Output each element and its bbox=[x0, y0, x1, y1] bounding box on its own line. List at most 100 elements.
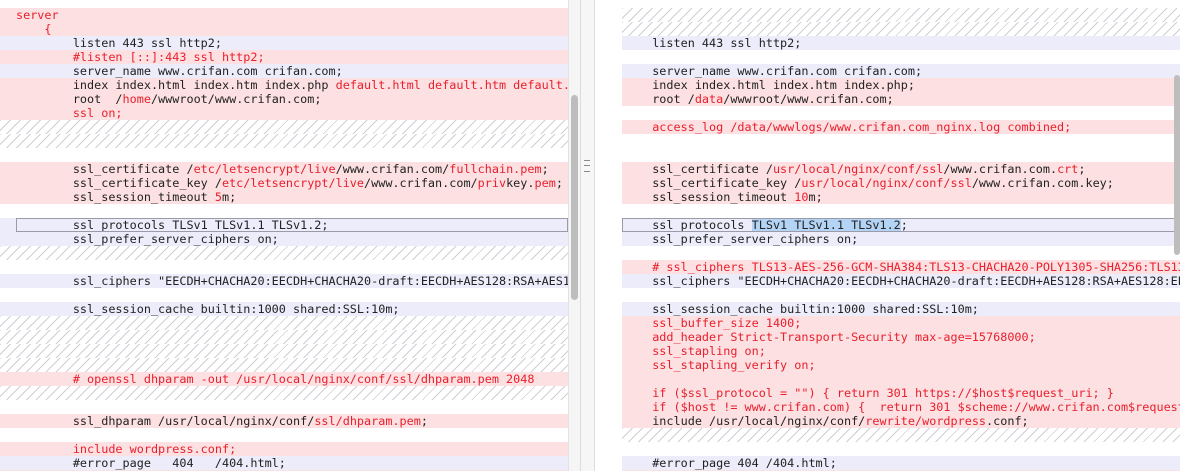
diff-line[interactable] bbox=[622, 288, 1180, 302]
line-text-segment: /www.crifan.com.key; bbox=[971, 176, 1114, 190]
diff-line[interactable]: ssl on; bbox=[0, 106, 568, 120]
changed-text: ssl on; bbox=[16, 106, 123, 120]
line-text-segment: root / bbox=[638, 92, 695, 106]
diff-line[interactable]: root /data/wwwroot/www.crifan.com; bbox=[622, 92, 1180, 106]
diff-line[interactable]: #error_page 404 /404.html; bbox=[622, 456, 1180, 470]
diff-line[interactable] bbox=[0, 400, 568, 414]
diff-line[interactable] bbox=[622, 8, 1180, 22]
diff-line[interactable]: # openssl dhparam -out /usr/local/nginx/… bbox=[0, 372, 568, 386]
diff-line[interactable]: server_name www.crifan.com crifan.com; bbox=[0, 64, 568, 78]
diff-line[interactable] bbox=[622, 50, 1180, 64]
diff-line[interactable] bbox=[622, 134, 1180, 148]
diff-line[interactable]: # ssl_ciphers TLS13-AES-256-GCM-SHA384:T… bbox=[622, 260, 1180, 274]
diff-line[interactable] bbox=[0, 134, 568, 148]
diff-line[interactable] bbox=[0, 148, 568, 162]
line-text: ssl on; bbox=[0, 106, 123, 120]
diff-line[interactable]: ssl_stapling on; bbox=[622, 344, 1180, 358]
diff-line[interactable] bbox=[0, 204, 568, 218]
changed-text: fullchain.pem bbox=[449, 162, 542, 176]
line-text bbox=[622, 22, 638, 36]
diff-line[interactable]: listen 443 ssl http2; bbox=[622, 36, 1180, 50]
left-scrollbar[interactable] bbox=[568, 0, 580, 471]
diff-line[interactable]: ssl_protocols TLSv1 TLSv1.1 TLSv1.2; bbox=[622, 218, 1180, 232]
diff-line[interactable] bbox=[0, 358, 568, 372]
diff-line[interactable] bbox=[622, 106, 1180, 120]
diff-line[interactable]: { bbox=[0, 22, 568, 36]
diff-line[interactable] bbox=[622, 204, 1180, 218]
diff-line[interactable]: ssl_session_timeout 10m; bbox=[622, 190, 1180, 204]
diff-line[interactable]: index index.html index.htm index.php def… bbox=[0, 78, 568, 92]
right-diff-pane[interactable]: listen 443 ssl http2; server_name www.cr… bbox=[622, 0, 1180, 471]
changed-text: default.html default.htm default.p bbox=[335, 78, 568, 92]
diff-line[interactable] bbox=[622, 442, 1180, 456]
line-text: add_header Strict-Transport-Security max… bbox=[622, 330, 1036, 344]
diff-line[interactable]: ssl_dhparam /usr/local/nginx/conf/ssl/dh… bbox=[0, 414, 568, 428]
diff-line[interactable]: ssl_certificate /usr/local/nginx/conf/ss… bbox=[622, 162, 1180, 176]
left-diff-pane[interactable]: server { listen 443 ssl http2; #listen [… bbox=[0, 0, 568, 471]
diff-line[interactable]: include /usr/local/nginx/conf/rewrite/wo… bbox=[622, 414, 1180, 428]
diff-line[interactable]: ssl_ciphers "EECDH+CHACHA20:EECDH+CHACHA… bbox=[622, 274, 1180, 288]
diff-line[interactable]: index index.html index.htm index.php; bbox=[622, 78, 1180, 92]
changed-text: crt bbox=[1057, 162, 1079, 176]
line-text bbox=[622, 442, 638, 456]
line-text: if ($ssl_protocol = "") { return 301 htt… bbox=[622, 386, 1114, 400]
line-text bbox=[622, 372, 638, 386]
diff-line[interactable]: #error_page 404 /404.html; bbox=[0, 456, 568, 470]
diff-line[interactable]: if ($host != www.crifan.com) { return 30… bbox=[622, 400, 1180, 414]
diff-line[interactable]: ssl_prefer_server_ciphers on; bbox=[0, 232, 568, 246]
diff-line[interactable] bbox=[0, 386, 568, 400]
changed-text: # openssl dhparam -out /usr/local/nginx/… bbox=[16, 372, 535, 386]
line-text: ssl_certificate /usr/local/nginx/conf/ss… bbox=[622, 162, 1085, 176]
diff-line[interactable]: #listen [::]:443 ssl http2; bbox=[0, 50, 568, 64]
diff-line[interactable]: ssl_prefer_server_ciphers on; bbox=[622, 232, 1180, 246]
diff-line[interactable]: ssl_certificate_key /etc/letsencrypt/liv… bbox=[0, 176, 568, 190]
line-text-segment: /wwwroot/www.crifan.com; bbox=[150, 92, 322, 106]
diff-line[interactable] bbox=[622, 148, 1180, 162]
right-scrollbar[interactable] bbox=[1170, 0, 1180, 471]
diff-line[interactable]: include wordpress.conf; bbox=[0, 442, 568, 456]
diff-line[interactable] bbox=[0, 428, 568, 442]
diff-line[interactable]: listen 443 ssl http2; bbox=[0, 36, 568, 50]
diff-line[interactable] bbox=[0, 330, 568, 344]
diff-line[interactable]: ssl_certificate_key /usr/local/nginx/con… bbox=[622, 176, 1180, 190]
diff-line[interactable]: ssl_certificate /etc/letsencrypt/live/ww… bbox=[0, 162, 568, 176]
diff-line[interactable] bbox=[0, 316, 568, 330]
changed-text: if ($host != www.crifan.com) { return 30… bbox=[638, 400, 1180, 414]
diff-line[interactable]: server bbox=[0, 8, 568, 22]
changed-text: include wordpress.conf; bbox=[16, 442, 237, 456]
diff-line[interactable] bbox=[622, 372, 1180, 386]
line-text: ssl_session_cache builtin:1000 shared:SS… bbox=[0, 302, 400, 316]
right-scrollbar-thumb[interactable] bbox=[1174, 75, 1180, 255]
line-text bbox=[622, 428, 638, 442]
diff-line[interactable] bbox=[0, 120, 568, 134]
diff-line[interactable]: ssl_stapling_verify on; bbox=[622, 358, 1180, 372]
diff-line[interactable] bbox=[0, 246, 568, 260]
line-text-segment: ssl_session_cache builtin:1000 shared:SS… bbox=[638, 302, 979, 316]
diff-line[interactable]: server_name www.crifan.com crifan.com; bbox=[622, 64, 1180, 78]
diff-line[interactable] bbox=[622, 246, 1180, 260]
diff-line[interactable]: ssl_ciphers "EECDH+CHACHA20:EECDH+CHACHA… bbox=[0, 274, 568, 288]
diff-line[interactable]: ssl_protocols TLSv1 TLSv1.1 TLSv1.2; bbox=[0, 218, 568, 232]
pane-divider[interactable] bbox=[580, 0, 595, 471]
diff-line[interactable]: add_header Strict-Transport-Security max… bbox=[622, 330, 1180, 344]
line-text bbox=[622, 148, 638, 162]
line-text bbox=[622, 50, 638, 64]
diff-line[interactable]: ssl_session_cache builtin:1000 shared:SS… bbox=[0, 302, 568, 316]
diff-line[interactable]: ssl_session_cache builtin:1000 shared:SS… bbox=[622, 302, 1180, 316]
diff-line[interactable]: ssl_buffer_size 1400; bbox=[622, 316, 1180, 330]
changed-text: priv bbox=[477, 176, 507, 190]
divider-grip-icon[interactable] bbox=[584, 160, 590, 172]
diff-line[interactable] bbox=[0, 344, 568, 358]
diff-line[interactable] bbox=[622, 22, 1180, 36]
line-text: listen 443 ssl http2; bbox=[0, 36, 222, 50]
line-text bbox=[622, 204, 638, 218]
diff-line[interactable]: root /home/wwwroot/www.crifan.com; bbox=[0, 92, 568, 106]
diff-line[interactable]: ssl_session_timeout 5m; bbox=[0, 190, 568, 204]
diff-line[interactable]: access_log /data/wwwlogs/www.crifan.com_… bbox=[622, 120, 1180, 134]
diff-line[interactable] bbox=[0, 288, 568, 302]
line-text bbox=[0, 134, 16, 148]
left-scrollbar-thumb[interactable] bbox=[571, 95, 578, 300]
diff-line[interactable] bbox=[0, 260, 568, 274]
diff-line[interactable] bbox=[622, 428, 1180, 442]
diff-line[interactable]: if ($ssl_protocol = "") { return 301 htt… bbox=[622, 386, 1180, 400]
